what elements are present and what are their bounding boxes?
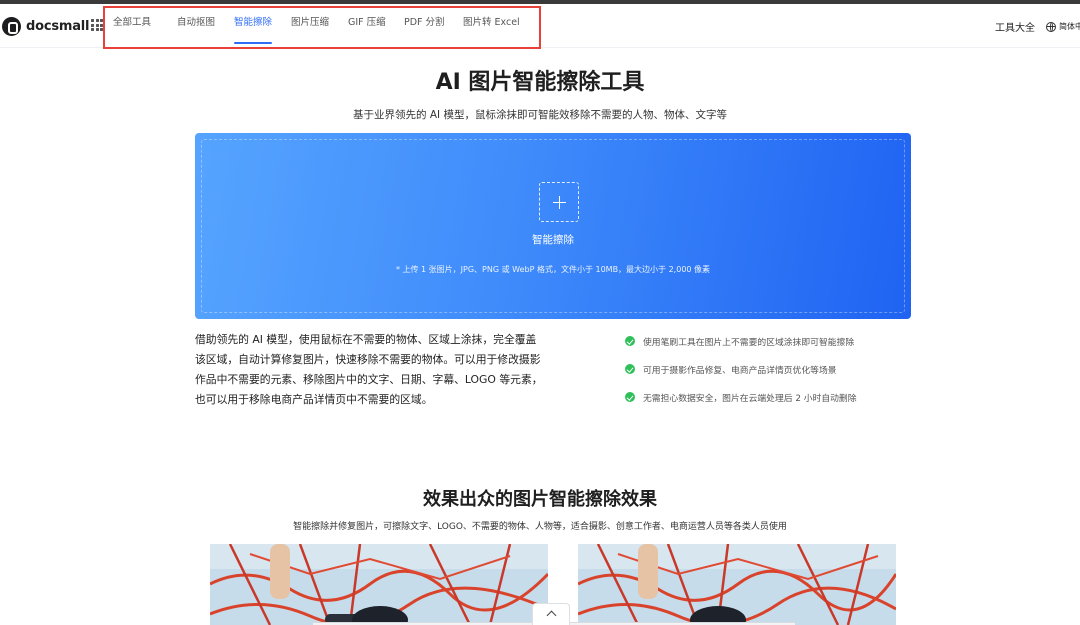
feature-item: 使用笔刷工具在图片上不需要的区域涂抹即可智能擦除 — [625, 334, 857, 348]
nav-item-auto-cutout[interactable]: 自动抠图 — [177, 14, 215, 44]
collapse-chevron-up-icon[interactable] — [532, 603, 570, 625]
before-example-image — [210, 544, 548, 625]
apps-grid-icon[interactable] — [91, 19, 103, 31]
docsmall-logo-icon — [2, 17, 21, 36]
logo[interactable]: docsmall — [2, 17, 90, 36]
language-label: 简体中 — [1059, 22, 1080, 31]
page-title: AI 图片智能擦除工具 — [435, 70, 645, 95]
feature-text: 可用于摄影作品修复、电商产品详情页优化等场景 — [643, 365, 837, 376]
all-tools-link[interactable]: 工具大全 — [995, 19, 1035, 34]
upload-hint: * 上传 1 张图片，JPG、PNG 或 WebP 格式，文件小于 10MB，最… — [395, 265, 711, 274]
tool-description: 借助领先的 AI 模型，使用鼠标在不需要的物体、区域上涂抹，完全覆盖该区域，自动… — [195, 333, 543, 406]
nav-item-pdf-split[interactable]: PDF 分割 — [404, 14, 445, 44]
page-subtitle: 基于业界领先的 AI 模型，鼠标涂抹即可智能效移除不需要的人物、物体、文字等 — [353, 109, 727, 121]
globe-icon — [1046, 21, 1056, 32]
nav-item-image-to-excel[interactable]: 图片转 Excel — [463, 14, 520, 44]
feature-item: 可用于摄影作品修复、电商产品详情页优化等场景 — [625, 362, 857, 376]
nav-item-all-tools[interactable]: 全部工具 — [113, 14, 151, 44]
feature-text: 使用笔刷工具在图片上不需要的区域涂抹即可智能擦除 — [643, 337, 855, 348]
effects-section-subtitle: 智能擦除并修复图片，可擦除文字、LOGO、不需要的物体、人物等，适合摄影、创意工… — [293, 522, 787, 532]
feature-list: 使用笔刷工具在图片上不需要的区域涂抹即可智能擦除 可用于摄影作品修复、电商产品详… — [625, 334, 857, 418]
feature-item: 无需担心数据安全，图片在云端处理后 2 小时自动删除 — [625, 390, 857, 404]
check-circle-icon — [625, 392, 635, 402]
check-circle-icon — [625, 336, 635, 346]
check-circle-icon — [625, 364, 635, 374]
upload-dropzone[interactable]: 智能擦除 * 上传 1 张图片，JPG、PNG 或 WebP 格式，文件小于 1… — [195, 133, 911, 319]
plus-icon[interactable] — [539, 182, 579, 222]
nav-item-smart-erase[interactable]: 智能擦除 — [234, 14, 273, 44]
upload-dashed-border: 智能擦除 * 上传 1 张图片，JPG、PNG 或 WebP 格式，文件小于 1… — [201, 139, 905, 313]
logo-text: docsmall — [26, 19, 90, 34]
upload-label: 智能擦除 — [532, 234, 574, 246]
effects-section-title: 效果出众的图片智能擦除效果 — [423, 489, 657, 510]
nav-item-gif-compress[interactable]: GIF 压缩 — [348, 14, 386, 44]
after-example-image — [578, 544, 896, 625]
feature-text: 无需担心数据安全，图片在云端处理后 2 小时自动删除 — [643, 393, 857, 404]
nav-item-image-compress[interactable]: 图片压缩 — [291, 14, 329, 44]
language-switcher[interactable]: 简体中 — [1046, 21, 1080, 32]
